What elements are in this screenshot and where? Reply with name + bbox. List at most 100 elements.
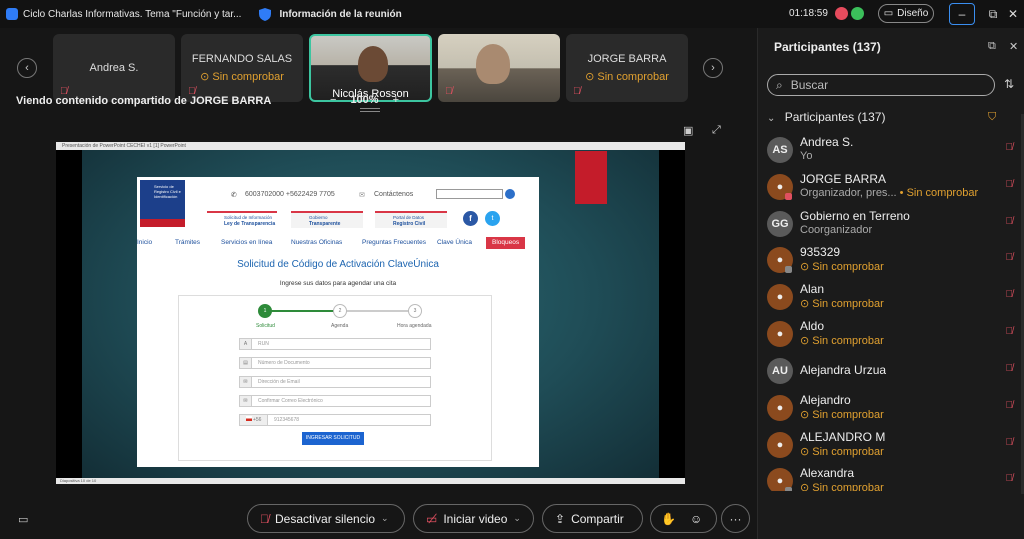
annotate-icon[interactable]: ▣ <box>683 124 693 137</box>
next-tiles-button[interactable]: › <box>703 58 723 78</box>
slide-tab-line2: Transparente <box>309 221 341 227</box>
person-icon: ● <box>776 291 784 303</box>
ai-assistant-icon[interactable] <box>851 7 864 20</box>
slide-nav-item: Trámites <box>175 239 201 246</box>
participant-tile[interactable]: 🎙̸ <box>438 34 560 102</box>
share-icon: ⇪ <box>555 511 566 526</box>
resize-handle[interactable] <box>360 108 380 112</box>
raise-hand-icon[interactable]: ✋ <box>661 512 676 526</box>
captions-icon[interactable]: ▭ <box>18 513 28 526</box>
participant-row[interactable]: ● Alexandra ⊙ Sin comprobar 🎙̸ <box>767 465 1017 491</box>
more-icon: ··· <box>729 511 742 526</box>
slide-form-subtitle: Ingrese sus datos para agendar una cita <box>279 280 397 287</box>
slide-search-box <box>436 189 503 199</box>
participant-row[interactable]: GG Gobierno en Terreno Coorganizador 🎙̸ <box>767 208 1017 244</box>
panel-title: Participantes (137) <box>774 40 881 54</box>
close-icon[interactable]: ✕ <box>1009 40 1018 53</box>
recording-icon[interactable] <box>835 7 848 20</box>
start-video-button[interactable]: ▭̸ Iniciar video ⌄ <box>413 504 534 533</box>
muted-mic-icon: 🎙̸ <box>445 86 453 97</box>
field-placeholder: Dirección de Email <box>258 379 300 385</box>
layout-label: Diseño <box>897 8 929 19</box>
slide-nav-item: Nuestras Oficinas <box>291 239 343 246</box>
sort-icon[interactable]: ⇅ <box>1004 77 1014 91</box>
muted-mic-icon: 🎙̸ <box>1005 179 1014 190</box>
participant-name: JORGE BARRA <box>800 172 887 186</box>
participant-row[interactable]: ● Alejandro ⊙ Sin comprobar 🎙̸ <box>767 392 1017 428</box>
restore-icon: ⧉ <box>988 6 998 21</box>
muted-mic-icon: 🎙̸ <box>260 511 269 526</box>
prev-tiles-button[interactable]: ‹ <box>17 58 37 78</box>
muted-mic-icon: 🎙̸ <box>1005 216 1014 227</box>
muted-mic-icon: 🎙̸ <box>1005 437 1014 448</box>
participant-unverified: • Sin comprobar <box>899 187 979 199</box>
participant-unverified: ⊙ Sin comprobar <box>800 481 884 491</box>
meeting-info-link[interactable]: Información de la reunión <box>279 9 401 20</box>
shield-icon[interactable] <box>259 7 272 21</box>
zoom-out-button[interactable]: − <box>330 94 336 106</box>
webex-logo-icon <box>6 8 18 20</box>
muted-mic-icon: 🎙̸ <box>1005 473 1014 484</box>
participant-row[interactable]: AU Alejandra Urzua 🎙̸ <box>767 355 1017 391</box>
phone-prefix: +56 <box>252 417 262 423</box>
participant-row[interactable]: AS Andrea S. Yo 🎙̸ <box>767 134 1017 170</box>
slide-field-confirm-email: ✉ Confirmar Correo Electrónico <box>239 395 431 407</box>
avatar: AU <box>767 358 793 384</box>
field-placeholder: RUN <box>258 341 269 347</box>
fullscreen-icon[interactable]: ⤢ <box>712 124 721 137</box>
phone-numbers: 6003702000 +5622429 7705 <box>245 191 335 198</box>
slide-submit-button: INGRESAR SOLICITUD <box>302 432 364 445</box>
chevron-down-icon[interactable]: ⌄ <box>381 513 389 524</box>
participant-row[interactable]: ● Aldo ⊙ Sin comprobar 🎙̸ <box>767 318 1017 354</box>
slide-nav-item: Preguntas Frecuentes <box>362 239 426 246</box>
layout-button[interactable]: ▭ Diseño <box>878 4 934 23</box>
participant-row[interactable]: ● ALEJANDRO M ⊙ Sin comprobar 🎙̸ <box>767 429 1017 465</box>
slide-nav-item: Inicio <box>137 239 153 246</box>
participant-unverified: ⊙ Sin comprobar <box>800 298 884 310</box>
minimize-button[interactable]: – <box>949 3 975 25</box>
participant-tile-active[interactable]: Nicolás Rosson <box>309 34 432 102</box>
participant-name: Alejandra Urzua <box>800 363 887 377</box>
participant-tile[interactable]: JORGE BARRA ⊙ Sin comprobar 🎙̸ <box>566 34 688 102</box>
lock-person-icon[interactable]: ⛉ <box>988 111 996 124</box>
participant-unverified-text: Sin comprobar <box>812 482 884 491</box>
participant-row[interactable]: ● 935329 ⊙ Sin comprobar 🎙̸ <box>767 244 1017 280</box>
participant-tile[interactable]: FERNANDO SALAS ⊙ Sin comprobar 🎙̸ <box>181 34 303 102</box>
more-options-button[interactable]: ··· <box>721 504 750 533</box>
tile-status-text: Sin comprobar <box>597 71 669 83</box>
slide-footer-text: Diapositiva 10 de 10 <box>60 478 97 483</box>
participant-name: Alejandro <box>800 393 851 407</box>
participant-row[interactable]: ● Alan ⊙ Sin comprobar 🎙̸ <box>767 281 1017 317</box>
slide-tab-portal: Portal de Datos Registro Civil <box>375 211 447 228</box>
person-icon: ● <box>776 328 784 340</box>
emoji-icon[interactable]: ☺ <box>690 512 702 526</box>
search-input[interactable]: ⌕ Buscar <box>767 74 995 96</box>
field-icon: ▤ <box>240 358 252 368</box>
chevron-right-icon: › <box>711 62 715 74</box>
registro-civil-page: Servicio de Registro Civil e Identificac… <box>137 177 539 467</box>
participant-tile[interactable]: Andrea S. 🎙̸ <box>53 34 175 102</box>
muted-mic-icon: 🎙̸ <box>1005 326 1014 337</box>
participant-unverified: ⊙ Sin comprobar <box>800 409 884 421</box>
minimize-icon: – <box>958 7 966 21</box>
tile-status: ⊙ Sin comprobar <box>585 71 669 83</box>
participant-unverified-text: Sin comprobar <box>812 446 884 458</box>
zoom-in-button[interactable]: + <box>393 94 399 106</box>
chevron-down-icon: ⌄ <box>767 113 776 124</box>
tile-name: FERNANDO SALAS <box>191 53 293 65</box>
chile-flag-icon: +56 <box>240 415 268 425</box>
unmute-button[interactable]: 🎙̸ Desactivar silencio ⌄ <box>247 504 405 533</box>
person-icon: ● <box>776 402 784 414</box>
chevron-down-icon[interactable]: ⌄ <box>513 513 521 524</box>
popout-icon[interactable]: ⧉ <box>988 40 996 53</box>
close-window-button[interactable]: ✕ <box>1000 3 1024 25</box>
participant-group-header[interactable]: ⌄ Participantes (137) <box>767 110 885 124</box>
participant-unverified-text: Sin comprobar <box>812 409 884 421</box>
mail-icon: ✉ <box>359 192 365 199</box>
participant-row[interactable]: ● JORGE BARRA Organizador, pres... • Sin… <box>767 171 1017 207</box>
muted-mic-icon: 🎙̸ <box>1005 142 1014 153</box>
slide-nav-item: Clave Única <box>437 239 473 246</box>
unmute-label: Desactivar silencio <box>275 511 376 526</box>
share-button[interactable]: ⇪ Compartir <box>542 504 643 533</box>
participant-name: Gobierno en Terreno <box>800 209 910 223</box>
